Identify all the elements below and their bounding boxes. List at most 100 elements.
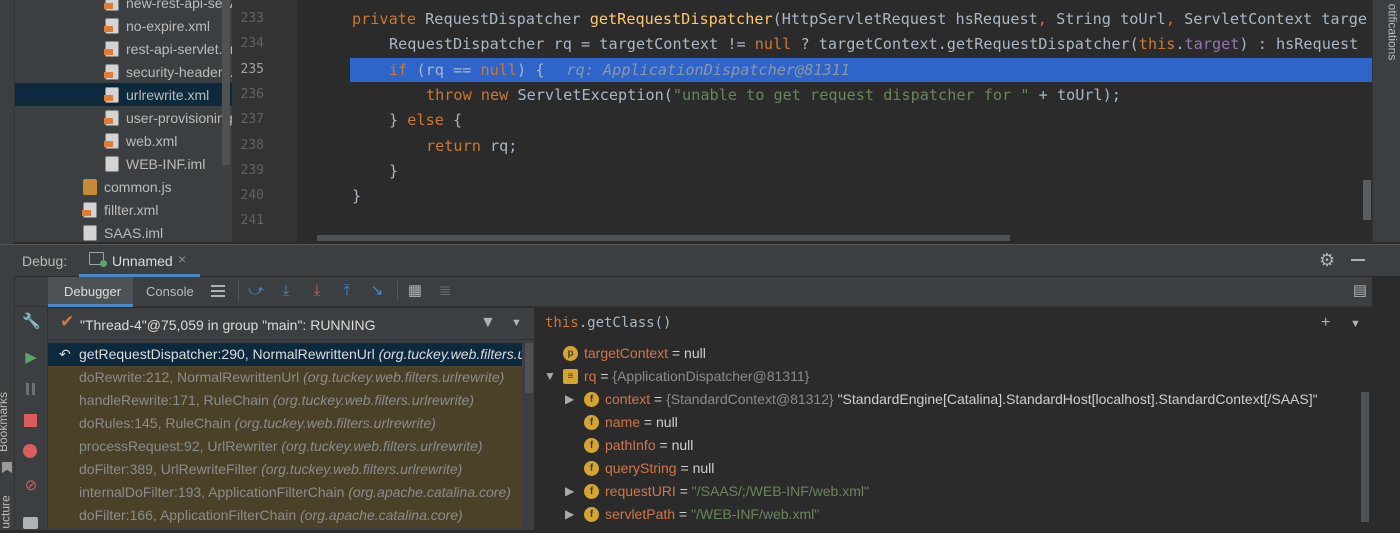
chevron-down-icon[interactable]: ▼ [511, 317, 522, 329]
tab-debugger[interactable]: Debugger [48, 277, 133, 307]
tree-item[interactable]: urlrewrite.xml [15, 83, 232, 106]
editor-gutter: 233 234 235 236 237 238 239 240 241 [232, 0, 315, 242]
code-line-237[interactable]: } else { [389, 111, 462, 129]
force-step-into-icon[interactable]: ⤓ [308, 282, 326, 300]
frame-method: doRewrite:212, NormalRewrittenUrl [79, 369, 304, 385]
variable-node[interactable]: f pathInfo = null [584, 434, 693, 456]
tree-item[interactable]: user-provisioning [104, 106, 232, 129]
stack-frame[interactable]: doRules:145, RuleChain (org.tuckey.web.f… [48, 412, 522, 435]
stack-frame[interactable]: internalDoFilter:193, ApplicationFilterC… [48, 481, 522, 504]
chevron-down-icon[interactable]: ▼ [1350, 318, 1361, 330]
debugger-tabs-bar: Debugger Console ⤻ ⤓ ⤓ ⤒ ↘ ▦ ≣ ▤ [15, 277, 1372, 307]
line-number: 235 [240, 61, 264, 77]
session-tab-unnamed[interactable]: Unnamed × [79, 245, 200, 277]
line-number: 241 [240, 213, 264, 229]
xml-file-icon [104, 86, 119, 103]
line-number: 233 [240, 11, 264, 26]
mute-breakpoints-icon[interactable]: ⊘ [22, 477, 40, 495]
code-line-239[interactable]: } [389, 162, 398, 180]
running-indicator-icon [100, 260, 107, 267]
variables-scrollbar[interactable] [1361, 392, 1369, 522]
variable-node[interactable]: f context = {StandardContext@81312} "Stan… [584, 388, 1318, 410]
tree-item[interactable]: common.js [83, 175, 172, 198]
chevron-right-icon[interactable]: ▶ [565, 507, 574, 521]
variable-name: servletPath [605, 506, 676, 522]
stop-icon[interactable] [24, 414, 37, 427]
frame-method: getRequestDispatcher:290, NormalRewritte… [79, 346, 379, 362]
frames-scrollbar[interactable] [525, 343, 533, 393]
gear-icon[interactable]: ⚙ [1319, 250, 1335, 271]
chevron-right-icon[interactable]: ▶ [565, 392, 574, 406]
trace-stream-icon[interactable]: ≣ [436, 282, 454, 300]
code-line-235[interactable]: if (rq == null) {rq: ApplicationDispatch… [389, 61, 850, 79]
editor-horizontal-scrollbar[interactable] [317, 235, 1010, 241]
variable-node[interactable]: f servletPath = "/WEB-INF/web.xml" [584, 503, 819, 525]
code-line-233[interactable]: private RequestDispatcher getRequestDisp… [352, 10, 1367, 28]
show-execution-point-icon[interactable]: ⤻ [247, 282, 265, 300]
step-out-icon[interactable]: ⤒ [338, 282, 356, 300]
bookmarks-tab[interactable]: Bookmarks [0, 392, 10, 452]
stack-frame[interactable]: doFilter:166, ApplicationFilterChain (or… [48, 504, 522, 527]
variable-node[interactable]: p targetContext = null [563, 342, 706, 364]
tree-item-label: security-headers. [126, 63, 232, 80]
expression-input[interactable]: this.getClass() [545, 315, 671, 331]
stack-frame[interactable]: ↶ getRequestDispatcher:290, NormalRewritt… [48, 343, 522, 366]
tree-item[interactable]: no-expire.xml [104, 14, 210, 37]
variable-name: pathInfo [605, 437, 656, 453]
evaluate-expression-icon[interactable]: ▦ [406, 282, 424, 300]
expression-bar[interactable]: this.getClass() + ▼ [535, 308, 1372, 340]
pause-icon[interactable] [26, 383, 29, 395]
run-to-cursor-icon[interactable]: ↘ [368, 282, 386, 300]
project-tree-scrollbar[interactable] [222, 0, 230, 165]
stack-frame[interactable]: handleRewrite:171, RuleChain (org.tuckey… [48, 389, 522, 412]
stack-frame[interactable]: doRewrite:212, NormalRewrittenUrl (org.t… [48, 366, 522, 389]
restore-layout-icon[interactable]: ▤ [1351, 282, 1369, 300]
editor-vertical-scrollbar[interactable] [1363, 180, 1371, 220]
frame-package: (org.tuckey.web.filters.urlrewrite) [281, 438, 483, 454]
variable-node[interactable]: f name = null [584, 411, 678, 433]
variable-equals: = [675, 483, 692, 499]
step-over-icon[interactable]: ⤓ [277, 282, 295, 300]
wrench-icon[interactable]: 🔧 [22, 313, 41, 331]
field-icon: f [584, 391, 599, 407]
tree-item[interactable]: security-headers. [104, 60, 232, 83]
iml-file-icon [83, 224, 97, 241]
project-tree: new-rest-api-serv no-expire.xml rest-api-s… [15, 0, 232, 242]
tree-item[interactable]: rest-api-servlet.xı [104, 37, 232, 60]
frame-method: processRequest:92, UrlRewriter [79, 438, 282, 454]
resume-icon[interactable]: ▶ [22, 349, 40, 367]
tree-item-label: common.js [104, 178, 172, 195]
stack-frame[interactable]: doFilter:389, UrlRewriteFilter (org.tuck… [48, 458, 522, 481]
notifications-tab[interactable]: otifications [1385, 4, 1399, 61]
close-icon[interactable]: × [178, 251, 186, 267]
tree-item[interactable]: new-rest-api-serv [104, 0, 232, 14]
minimize-icon[interactable] [1351, 259, 1365, 261]
add-watch-icon[interactable]: + [1321, 314, 1330, 332]
chevron-down-icon[interactable]: ▼ [544, 369, 556, 383]
code-line-236[interactable]: throw new ServletException("unable to ge… [426, 86, 1121, 104]
code-line-238[interactable]: return rq; [426, 137, 517, 155]
variable-node[interactable]: ≡ rq = {ApplicationDispatcher@81311} [563, 365, 809, 387]
variable-node[interactable]: f queryString = null [584, 457, 714, 479]
return-arrow-icon: ↶ [59, 346, 71, 362]
variable-node[interactable]: f requestURI = "/SAAS/;/WEB-INF/web.xml" [584, 480, 869, 502]
debug-side-toolbar: ↻ 🔧 ▶ ⊘ [15, 277, 48, 530]
tree-item[interactable]: WEB-INF.iml [105, 152, 205, 175]
thread-selector[interactable]: ✔ "Thread-4"@75,059 in group "main": RUN… [48, 308, 534, 340]
camera-icon[interactable] [23, 517, 38, 529]
tree-item[interactable]: web.xml [104, 129, 177, 152]
code-line-234[interactable]: RequestDispatcher rq = targetContext != … [389, 35, 1358, 53]
xml-file-icon [104, 40, 119, 57]
structure-tab[interactable]: ucture [0, 495, 13, 528]
tab-console[interactable]: Console [135, 277, 205, 307]
tree-item-label: SAAS.iml [104, 224, 164, 241]
chevron-right-icon[interactable]: ▶ [565, 484, 574, 498]
variable-value: null [656, 414, 678, 430]
filter-icon[interactable]: ▼ [480, 314, 496, 332]
frame-package: (org.tuckey.web.filters.urlrewrite) [234, 415, 436, 431]
tree-item[interactable]: fillter.xml [82, 198, 158, 221]
code-line-240[interactable]: } [352, 187, 361, 205]
view-breakpoints-icon[interactable] [23, 444, 37, 458]
tree-item[interactable]: SAAS.iml [83, 221, 163, 242]
stack-frame[interactable]: processRequest:92, UrlRewriter (org.tuck… [48, 435, 522, 458]
